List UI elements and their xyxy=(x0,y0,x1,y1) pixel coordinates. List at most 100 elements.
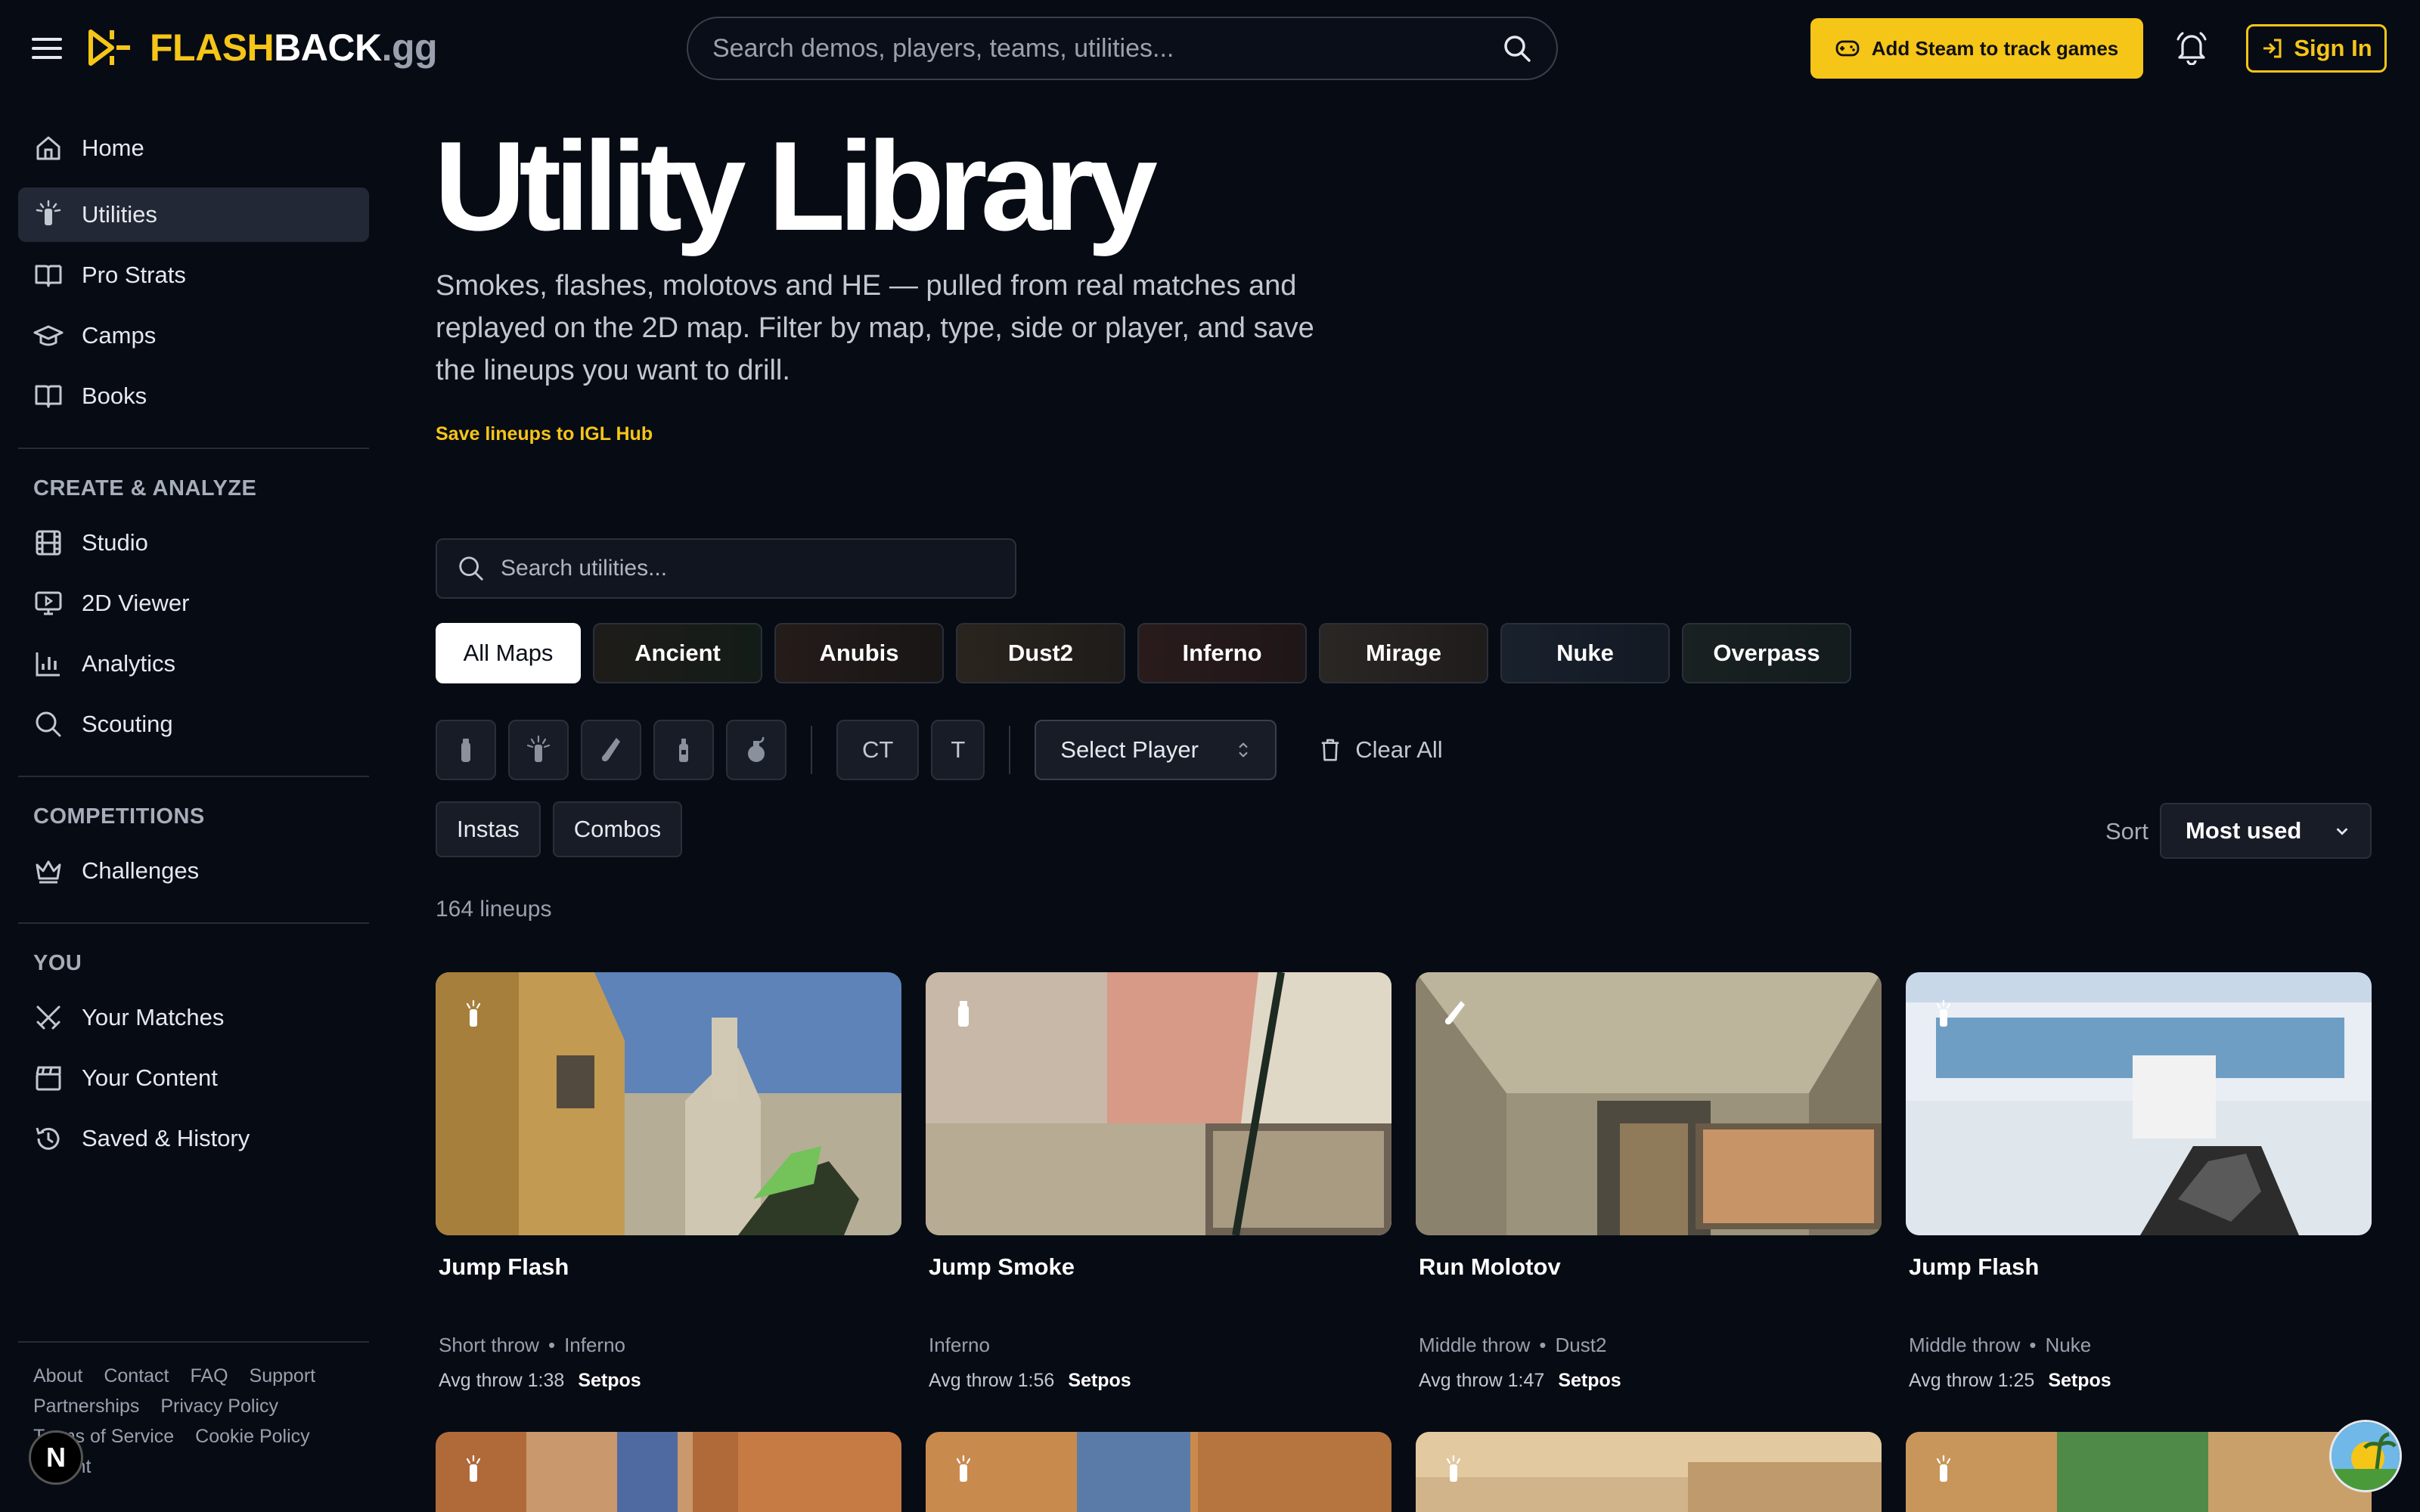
footer-link-faq[interactable]: FAQ xyxy=(191,1361,228,1391)
flashbang-icon xyxy=(466,999,481,1027)
trash-icon xyxy=(1322,739,1339,761)
toggle-combos[interactable]: Combos xyxy=(552,801,683,857)
lineup-meta: Middle throw • Nuke xyxy=(1909,1334,2092,1356)
history-icon xyxy=(36,1127,60,1150)
sidebar-divider xyxy=(18,1341,369,1343)
he-grenade-icon xyxy=(748,736,765,762)
smoke-grenade-icon xyxy=(958,1001,969,1027)
filter-molotov-button[interactable] xyxy=(581,720,641,780)
monitor-play-icon xyxy=(35,591,62,615)
gamepad-icon xyxy=(1835,40,1860,57)
notifications-bell-icon[interactable] xyxy=(2175,30,2208,65)
sidebar-item-label: Scouting xyxy=(82,711,173,737)
map-chip-mirage[interactable]: Mirage xyxy=(1319,623,1488,683)
sidebar-item-utilities[interactable]: Utilities xyxy=(18,187,369,242)
competitions-heading: COMPETITIONS xyxy=(33,804,205,829)
sidebar-item-camps[interactable]: Camps xyxy=(18,308,369,363)
lineup-meta: Middle throw • Dust2 xyxy=(1419,1334,1607,1356)
global-search[interactable] xyxy=(687,17,1558,80)
footer-link-partnerships[interactable]: Partnerships xyxy=(33,1391,139,1421)
flashbang-icon xyxy=(36,200,61,225)
igl-hub-link[interactable]: Save lineups to IGL Hub xyxy=(436,423,653,445)
map-chip-nuke[interactable]: Nuke xyxy=(1500,623,1670,683)
add-steam-button[interactable]: Add Steam to track games xyxy=(1810,18,2143,79)
logo-text: FLASHBACK.gg xyxy=(150,26,438,69)
lineup-thumbnail xyxy=(436,1432,901,1512)
side-t-button[interactable]: T xyxy=(931,720,985,780)
sidebar-item-analytics[interactable]: Analytics xyxy=(18,637,369,691)
lineup-count: 164 lineups xyxy=(436,897,552,922)
utility-search[interactable] xyxy=(436,538,1016,599)
logo-mark-icon xyxy=(88,29,130,66)
lineup-stats: Avg throw 1:25 Setpos xyxy=(1909,1370,2111,1391)
sidebar-divider xyxy=(18,776,369,777)
sidebar-item-books[interactable]: Books xyxy=(18,369,369,423)
sign-in-button[interactable]: Sign In xyxy=(2246,24,2387,73)
lineup-player[interactable]: Setpos xyxy=(2048,1370,2111,1391)
lineup-player[interactable]: Setpos xyxy=(578,1370,641,1391)
footer-link-contact[interactable]: Contact xyxy=(104,1361,169,1391)
decoy-icon xyxy=(679,739,688,762)
smoke-grenade-icon xyxy=(461,739,470,762)
filter-decoy-button[interactable] xyxy=(653,720,714,780)
sidebar-item-your-content[interactable]: Your Content xyxy=(18,1051,369,1105)
clear-all-button[interactable]: Clear All xyxy=(1319,736,1443,764)
flashbang-icon xyxy=(466,1455,481,1482)
sidebar-item-your-matches[interactable]: Your Matches xyxy=(18,990,369,1045)
map-chip-anubis[interactable]: Anubis xyxy=(774,623,944,683)
map-chip-inferno[interactable]: Inferno xyxy=(1137,623,1307,683)
assistant-avatar[interactable] xyxy=(2329,1420,2402,1492)
sidebar-item-saved-history[interactable]: Saved & History xyxy=(18,1111,369,1166)
flashbang-icon xyxy=(956,1455,971,1482)
logo[interactable]: FLASHBACK.gg xyxy=(86,26,438,70)
select-player-dropdown[interactable]: Select Player xyxy=(1035,720,1277,780)
lineup-player[interactable]: Setpos xyxy=(1558,1370,1621,1391)
sidebar-item-label: Books xyxy=(82,383,147,409)
add-steam-label: Add Steam to track games xyxy=(1871,36,2119,60)
utility-search-input[interactable] xyxy=(501,556,995,581)
search-icon xyxy=(459,556,483,581)
sidebar-item-label: Analytics xyxy=(82,650,176,677)
flashbang-icon xyxy=(1936,999,1951,1027)
chevron-down-icon xyxy=(2336,828,2348,835)
sidebar-item-pro-strats[interactable]: Pro Strats xyxy=(18,248,369,302)
footer-link-privacy[interactable]: Privacy Policy xyxy=(160,1391,278,1421)
filter-he-button[interactable] xyxy=(726,720,786,780)
sidebar-item-studio[interactable]: Studio xyxy=(18,516,369,570)
side-ct-button[interactable]: CT xyxy=(836,720,920,780)
menu-icon[interactable] xyxy=(30,33,64,64)
sidebar: Home Utilities Pro Strats Camps Books CR… xyxy=(18,121,369,1512)
filter-separator xyxy=(1009,726,1011,774)
home-icon xyxy=(36,136,60,160)
sidebar-item-home[interactable]: Home xyxy=(18,121,369,175)
page-title: Utility Library xyxy=(434,115,1158,257)
flashbang-icon xyxy=(1936,1455,1951,1482)
n-badge[interactable]: N xyxy=(29,1430,83,1485)
search-icon[interactable] xyxy=(1502,33,1532,64)
map-chip-all[interactable]: All Maps xyxy=(436,623,581,683)
filter-smoke-button[interactable] xyxy=(436,720,496,780)
chevron-up-down-icon xyxy=(1239,742,1249,758)
footer-link-cookie[interactable]: Cookie Policy xyxy=(195,1421,309,1452)
map-chip-ancient[interactable]: Ancient xyxy=(593,623,762,683)
lineup-thumbnail xyxy=(1906,1432,2372,1512)
footer-link-about[interactable]: About xyxy=(33,1361,82,1391)
sidebar-item-label: Utilities xyxy=(82,201,157,228)
global-search-input[interactable] xyxy=(712,33,1502,64)
flashbang-icon xyxy=(526,735,551,762)
footer-link-support[interactable]: Support xyxy=(250,1361,316,1391)
sidebar-item-label: Pro Strats xyxy=(82,262,186,288)
lineup-title: Jump Flash xyxy=(439,1253,569,1280)
sidebar-item-2d-viewer[interactable]: 2D Viewer xyxy=(18,576,369,631)
sidebar-item-scouting[interactable]: Scouting xyxy=(18,697,369,751)
lineup-player[interactable]: Setpos xyxy=(1068,1370,1131,1391)
sort-select[interactable]: Most used xyxy=(2160,803,2372,859)
map-chip-dust2[interactable]: Dust2 xyxy=(956,623,1125,683)
toggle-instas[interactable]: Instas xyxy=(436,801,541,857)
filter-flash-button[interactable] xyxy=(508,720,569,780)
map-chip-overpass[interactable]: Overpass xyxy=(1682,623,1851,683)
sidebar-item-label: Challenges xyxy=(82,857,200,884)
sidebar-item-challenges[interactable]: Challenges xyxy=(18,844,369,898)
lineup-thumbnail xyxy=(1416,972,1882,1235)
sort-value: Most used xyxy=(2186,817,2302,844)
